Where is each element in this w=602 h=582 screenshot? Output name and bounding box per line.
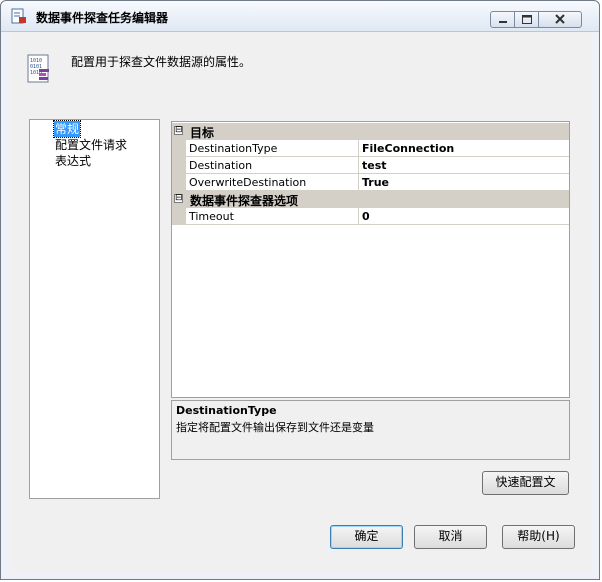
- property-name: Destination: [189, 159, 253, 172]
- category-label: 数据事件探查器选项: [190, 194, 299, 208]
- collapse-icon[interactable]: ⊟: [174, 126, 183, 135]
- nav-item-profile-requests[interactable]: 配置文件请求: [54, 137, 128, 153]
- data-profile-icon: 1010 0101 1010: [27, 54, 49, 83]
- description-panel: DestinationType 指定将配置文件输出保存到文件还是变量: [171, 400, 570, 460]
- minimize-icon: [499, 21, 507, 23]
- column-divider: [358, 140, 359, 156]
- category-row-destination[interactable]: ⊟ 目标: [172, 123, 569, 140]
- help-button[interactable]: 帮助(H): [502, 525, 575, 549]
- property-name: DestinationType: [189, 142, 278, 155]
- property-row[interactable]: Destination test: [172, 157, 569, 174]
- dialog-window: 数据事件探查任务编辑器 1010 0101 1010 配置用于探查文件数据源的属…: [0, 0, 600, 580]
- property-value[interactable]: True: [362, 175, 389, 190]
- description-text: 指定将配置文件输出保存到文件还是变量: [176, 421, 374, 434]
- maximize-button[interactable]: [514, 11, 539, 28]
- property-row[interactable]: DestinationType FileConnection: [172, 140, 569, 157]
- window-title: 数据事件探查任务编辑器: [36, 11, 169, 25]
- nav-item-general[interactable]: 常规: [52, 120, 82, 138]
- category-label: 目标: [190, 126, 215, 140]
- property-name: OverwriteDestination: [189, 176, 307, 189]
- row-gutter: [172, 174, 186, 191]
- row-gutter: [172, 208, 186, 225]
- row-gutter: [172, 157, 186, 174]
- ok-button[interactable]: 确定: [330, 525, 403, 549]
- maximize-icon: [522, 15, 532, 24]
- close-icon: [555, 14, 565, 24]
- quick-profile-button[interactable]: 快速配置文: [482, 471, 569, 495]
- category-row-profiler-options[interactable]: ⊟ 数据事件探查器选项: [172, 191, 569, 208]
- task-editor-icon: [11, 8, 26, 24]
- property-value[interactable]: FileConnection: [362, 141, 454, 156]
- nav-item-expressions[interactable]: 表达式: [54, 153, 92, 169]
- property-name: Timeout: [189, 210, 234, 223]
- column-divider: [358, 174, 359, 190]
- property-grid: ⊟ 目标 DestinationType FileConnection Dest…: [171, 121, 570, 398]
- navigation-list: 常规 配置文件请求 表达式: [29, 119, 160, 499]
- cancel-button[interactable]: 取消: [414, 525, 487, 549]
- dialog-body: 1010 0101 1010 配置用于探查文件数据源的属性。 常规 配置文件请求…: [10, 32, 592, 574]
- column-divider: [358, 157, 359, 173]
- property-value[interactable]: 0: [362, 209, 370, 224]
- property-value[interactable]: test: [362, 158, 387, 173]
- property-row[interactable]: OverwriteDestination True: [172, 174, 569, 191]
- close-button[interactable]: [538, 11, 582, 28]
- column-divider: [358, 208, 359, 224]
- page-description: 配置用于探查文件数据源的属性。: [71, 55, 252, 69]
- description-title: DestinationType: [176, 404, 277, 417]
- row-gutter: [172, 140, 186, 157]
- title-bar[interactable]: 数据事件探查任务编辑器: [1, 1, 599, 32]
- collapse-icon[interactable]: ⊟: [174, 194, 183, 203]
- minimize-button[interactable]: [490, 11, 515, 28]
- property-row[interactable]: Timeout 0: [172, 208, 569, 225]
